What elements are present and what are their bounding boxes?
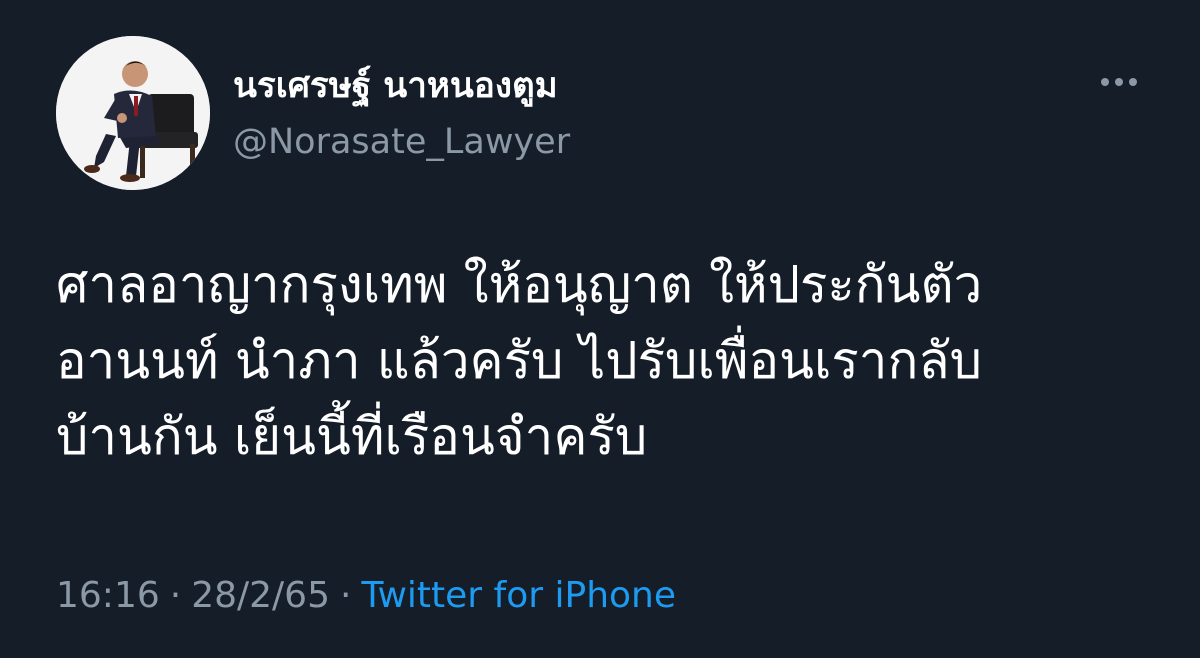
more-options-button[interactable] (1094, 64, 1144, 100)
tweet-text: ศาลอาญากรุงเทพ ให้อนุญาต ให้ประกันตัว อา… (56, 248, 1166, 476)
tweet-date[interactable]: 28/2/65 (191, 575, 330, 616)
tweet-card: นรเศรษฐ์ นาหนองตูม @Norasate_Lawyer ศาลอ… (0, 0, 1200, 658)
tweet-text-line: ศาลอาญากรุงเทพ ให้อนุญาต ให้ประกันตัว (56, 256, 983, 315)
more-horizontal-icon (1101, 78, 1137, 86)
separator-dot: · (339, 575, 352, 616)
source-link[interactable]: Twitter for iPhone (361, 575, 676, 616)
avatar[interactable] (56, 36, 210, 190)
tweet-text-line: อานนท์ นำภา แล้วครับ ไปรับเพื่อนเรากลับ (56, 332, 982, 391)
display-name[interactable]: นรเศรษฐ์ นาหนองตูม (233, 62, 558, 110)
tweet-metadata: 16:16 · 28/2/65 · Twitter for iPhone (56, 570, 676, 622)
tweet-text-line: บ้านกัน เย็นนี้ที่เรือนจำครับ (56, 408, 648, 467)
profile-photo (56, 36, 210, 190)
tweet-time[interactable]: 16:16 (56, 575, 160, 616)
user-handle[interactable]: @Norasate_Lawyer (233, 118, 570, 166)
separator-dot: · (169, 575, 182, 616)
